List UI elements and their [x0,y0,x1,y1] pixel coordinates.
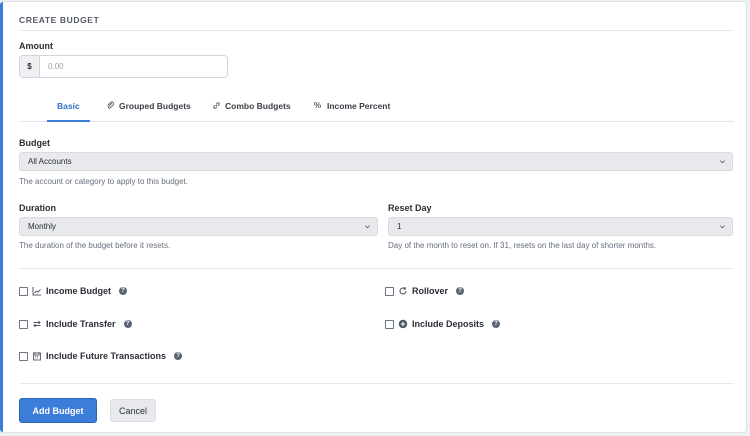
chevron-down-icon [365,225,370,229]
duration-select[interactable]: Monthly [19,217,378,236]
help-circle-icon[interactable]: ? [174,352,183,360]
create-budget-card: CREATE BUDGET Amount $ Basic Grouped Bud… [0,2,746,432]
help-circle-icon[interactable]: ? [456,287,465,295]
rollover-checkbox[interactable] [385,286,394,296]
chevron-down-icon [720,225,725,229]
income-budget-label: Income Budget [46,286,112,296]
help-circle-icon[interactable]: ? [123,320,132,328]
divider [19,383,734,384]
amount-input-group: $ [19,55,228,78]
reset-day-label: Reset Day [388,203,432,213]
card-title: CREATE BUDGET [19,15,100,25]
tab-combo-budgets-label: Combo Budgets [225,101,291,111]
add-budget-button[interactable]: Add Budget [19,398,97,423]
income-budget-checkbox[interactable] [19,286,28,296]
reset-day-select-value: 1 [397,222,402,231]
help-circle-icon[interactable]: ? [119,287,128,295]
link-icon [213,102,220,109]
option-include-future-transactions: Include Future Transactions ? [19,351,183,361]
chart-line-icon [32,287,41,296]
amount-label: Amount [19,41,53,51]
include-deposits-label: Include Deposits [412,319,485,329]
budget-label: Budget [19,138,50,148]
currency-prefix: $ [20,56,40,77]
budget-type-tabs: Basic Grouped Budgets Combo Budgets % In… [19,95,734,122]
option-include-transfer: Include Transfer ? [19,319,132,329]
calendar-icon [33,352,41,361]
exchange-icon [33,320,41,328]
duration-select-value: Monthly [28,222,57,231]
budget-select[interactable]: All Accounts [19,152,733,171]
tab-income-percent-label: Income Percent [327,101,391,111]
include-transfer-checkbox[interactable] [19,319,28,329]
budget-select-value: All Accounts [28,157,72,166]
tab-grouped-budgets[interactable]: Grouped Budgets [106,95,191,121]
option-income-budget: Income Budget ? [19,286,128,296]
include-future-transactions-label: Include Future Transactions [46,351,167,361]
plus-circle-icon [398,319,408,329]
tab-combo-budgets[interactable]: Combo Budgets [212,95,291,121]
duration-label: Duration [19,203,56,213]
help-circle-icon[interactable]: ? [492,320,501,328]
include-future-transactions-checkbox[interactable] [19,351,28,361]
rollover-label: Rollover [412,286,449,296]
tab-basic-label: Basic [57,101,80,111]
tab-basic[interactable]: Basic [47,95,90,122]
duration-help: The duration of the budget before it res… [19,241,171,250]
refresh-icon [399,287,407,295]
cancel-button[interactable]: Cancel [110,399,156,422]
option-rollover: Rollover ? [385,286,465,296]
tab-income-percent[interactable]: % Income Percent [314,95,390,121]
include-transfer-label: Include Transfer [46,319,116,329]
reset-day-help: Day of the month to reset on. If 31, res… [388,241,657,250]
paperclip-icon [107,101,114,109]
reset-day-select[interactable]: 1 [388,217,733,236]
amount-input[interactable] [40,56,227,77]
include-deposits-checkbox[interactable] [385,319,394,329]
percent-icon: % [314,101,322,110]
tab-grouped-budgets-label: Grouped Budgets [119,101,191,111]
budget-help: The account or category to apply to this… [19,177,188,186]
chevron-down-icon [720,160,725,164]
divider [19,268,734,269]
divider [19,30,734,31]
option-include-deposits: Include Deposits ? [385,319,501,329]
